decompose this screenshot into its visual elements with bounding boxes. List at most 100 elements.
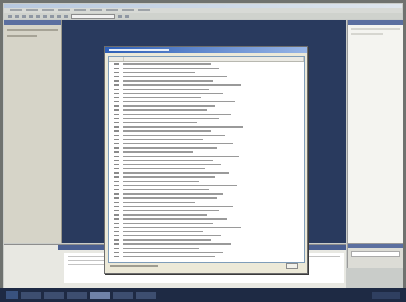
properties-field[interactable]	[351, 251, 400, 257]
toolbox-header[interactable]	[4, 20, 61, 25]
toolbox-item[interactable]	[7, 35, 37, 37]
list-row-text	[123, 218, 227, 220]
list-row-id	[109, 105, 123, 107]
list-row-text	[123, 75, 227, 78]
list-row-id	[109, 142, 123, 145]
menu-item-project[interactable]	[58, 9, 70, 11]
list-row-id	[109, 226, 123, 229]
list-row-text	[123, 84, 241, 86]
list-row-id	[109, 172, 123, 174]
list-row-id	[109, 168, 123, 170]
menu-item-file[interactable]	[10, 9, 22, 11]
list-row-text	[123, 67, 219, 69]
menu-item-build[interactable]	[74, 9, 86, 11]
list-row-text	[123, 180, 199, 183]
menu-item-debug[interactable]	[90, 9, 102, 11]
list-row-text	[123, 101, 235, 103]
list-row-id	[109, 67, 123, 69]
system-tray	[372, 291, 400, 299]
column-header-1[interactable]	[109, 57, 124, 61]
list-row-text	[123, 105, 215, 107]
menu-item-edit[interactable]	[26, 9, 38, 11]
list-row-text	[123, 176, 215, 178]
list-row-text	[123, 130, 211, 132]
paste-icon[interactable]	[43, 14, 47, 18]
find-icon[interactable]	[118, 14, 122, 18]
list-row-text	[123, 159, 213, 162]
taskbar-item[interactable]	[136, 291, 156, 299]
save-icon[interactable]	[22, 14, 26, 18]
list-row-text	[123, 71, 195, 74]
list-row-text	[123, 230, 203, 233]
list-row-id	[109, 75, 123, 78]
list-row-id	[109, 92, 123, 95]
list-row-id	[109, 155, 123, 157]
dialog-list-view[interactable]	[108, 56, 305, 263]
open-folder-icon[interactable]	[15, 14, 19, 18]
undo-icon[interactable]	[50, 14, 54, 18]
list-row-id	[109, 214, 123, 216]
dialog-status-bar	[108, 263, 298, 269]
properties-header[interactable]	[348, 244, 403, 248]
list-row-id	[109, 63, 123, 65]
configuration-combo[interactable]	[71, 13, 115, 19]
list-row-id	[109, 256, 123, 258]
list-row-text	[123, 113, 231, 116]
list-row-text	[123, 138, 203, 141]
list-row-text	[123, 205, 233, 208]
menu-item-help[interactable]	[138, 9, 150, 11]
list-row-id	[109, 201, 123, 203]
menu-item-window[interactable]	[122, 9, 134, 11]
solution-explorer-panel	[347, 20, 403, 268]
list-row-text	[123, 168, 205, 170]
list-row-id	[109, 109, 123, 111]
list-row-text	[123, 222, 213, 224]
menu-item-tools[interactable]	[106, 9, 118, 11]
redo-icon[interactable]	[57, 14, 61, 18]
list-row-id	[109, 122, 123, 124]
list-row-text	[123, 151, 193, 153]
list-row-id	[109, 147, 123, 149]
list-row-text	[123, 226, 241, 229]
taskbar-item[interactable]	[21, 291, 41, 299]
dialog-title-bar[interactable]	[105, 47, 307, 53]
menu-item-view[interactable]	[42, 9, 54, 11]
list-row-text	[123, 235, 221, 237]
list-row-text	[123, 189, 209, 191]
list-row-id	[109, 247, 123, 250]
solution-explorer-header[interactable]	[348, 20, 403, 25]
list-row-text	[123, 109, 207, 111]
list-row-text	[123, 214, 207, 216]
new-file-icon[interactable]	[8, 14, 12, 18]
list-row-text	[123, 163, 221, 166]
list-row-text	[123, 88, 209, 90]
list-row-id	[109, 96, 123, 99]
taskbar-item[interactable]	[67, 291, 87, 299]
list-row-text	[123, 147, 217, 149]
list-row-id	[109, 138, 123, 141]
list-row-id	[109, 134, 123, 136]
taskbar-item-active[interactable]	[90, 291, 110, 299]
solution-tree-item[interactable]	[351, 33, 383, 35]
list-row-id	[109, 117, 123, 120]
run-icon[interactable]	[64, 14, 68, 18]
list-row-id	[109, 84, 123, 86]
taskbar-item[interactable]	[113, 291, 133, 299]
copy-icon[interactable]	[36, 14, 40, 18]
start-button[interactable]	[6, 291, 18, 299]
dialog-status-text	[110, 265, 158, 267]
column-header-2[interactable]	[124, 57, 304, 61]
list-row-id	[109, 126, 123, 128]
list-row-id	[109, 88, 123, 90]
toolbar	[4, 13, 402, 19]
list-row[interactable]	[109, 255, 304, 259]
breakpoint-icon[interactable]	[125, 14, 129, 18]
cut-icon[interactable]	[29, 14, 33, 18]
toolbox-item[interactable]	[7, 29, 58, 31]
list-row-text	[123, 247, 199, 250]
list-row-id	[109, 239, 123, 241]
taskbar-item[interactable]	[44, 291, 64, 299]
list-row-id	[109, 176, 123, 178]
solution-tree-item[interactable]	[351, 28, 400, 30]
dialog-ok-button[interactable]	[286, 263, 298, 269]
